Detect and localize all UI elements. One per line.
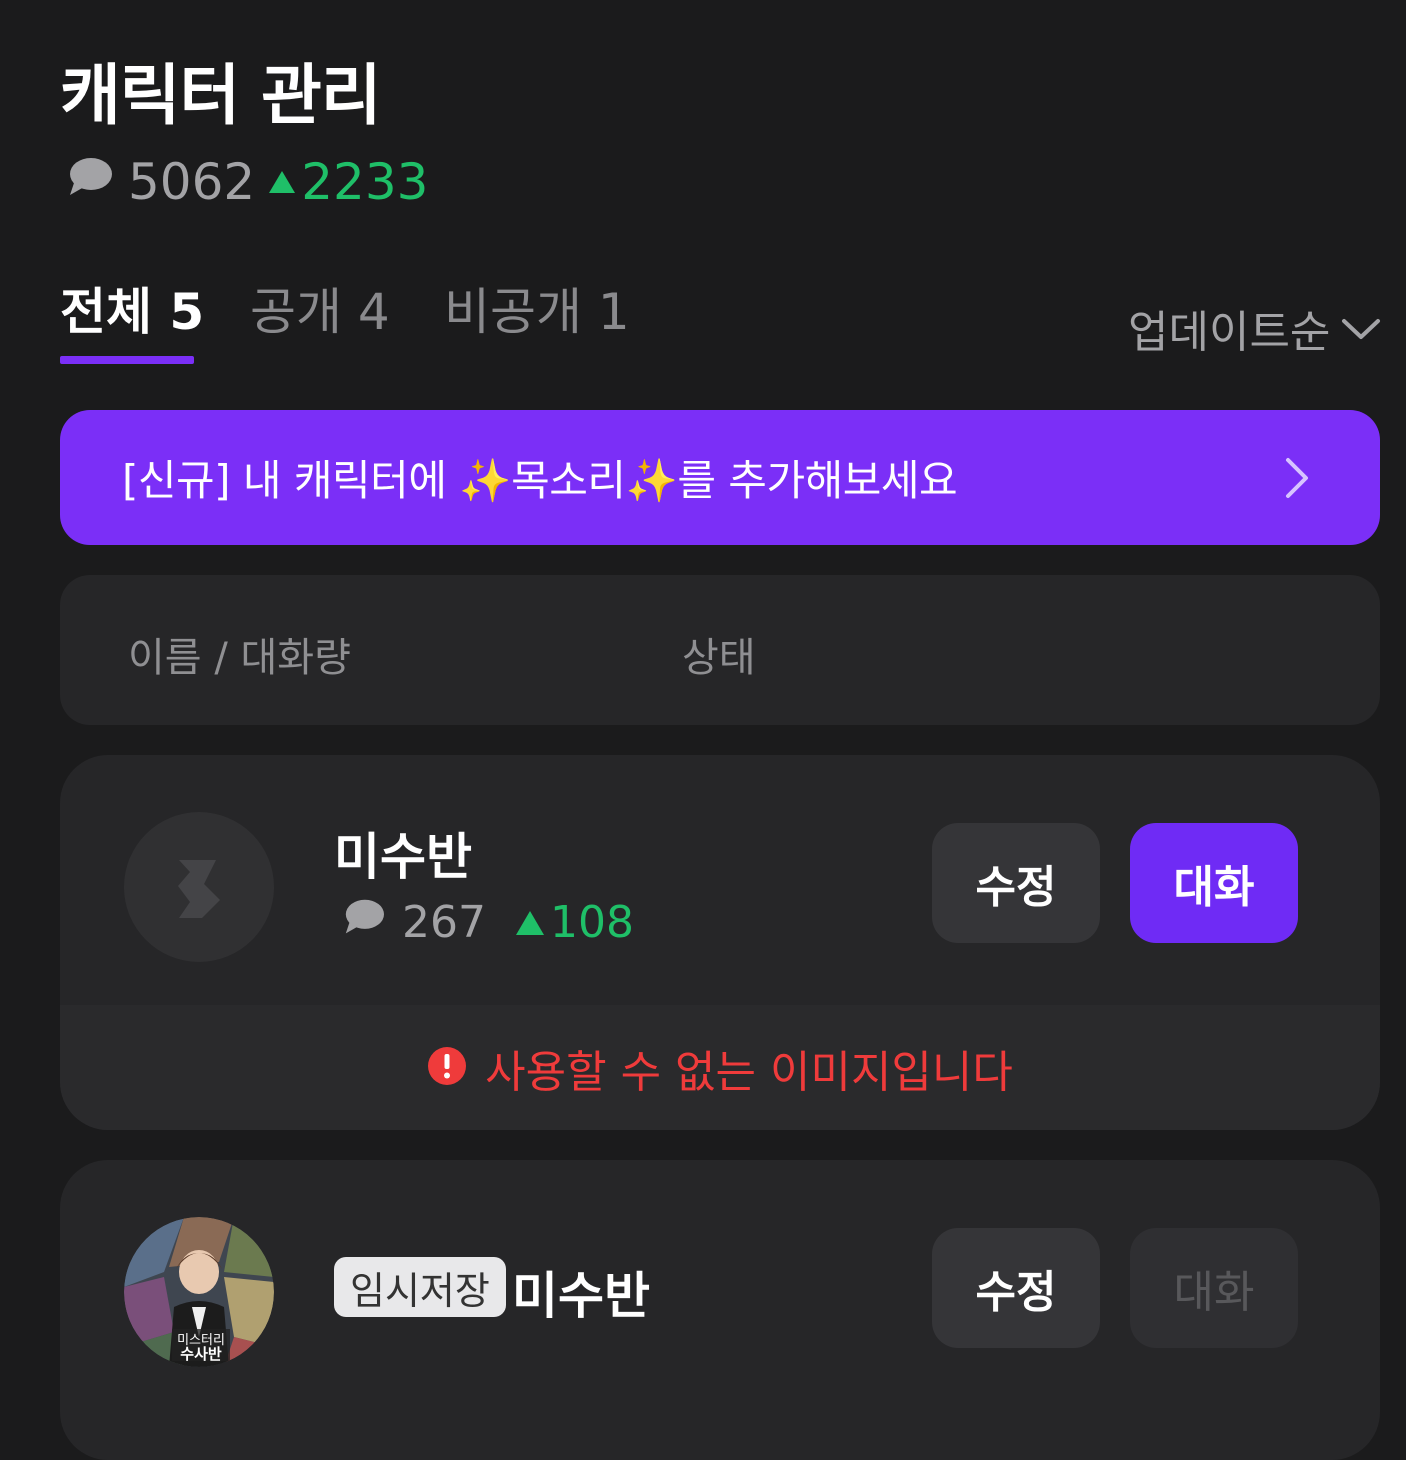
table-header: 이름 / 대화량 상태 [60,575,1380,725]
chat-bubble-icon [342,897,386,948]
column-status: 상태 [682,635,756,681]
triangle-up-icon [269,171,296,193]
total-chat-delta: 2233 [269,153,429,211]
image-error-message: 사용할 수 없는 이미지입니다 [485,1046,1013,1098]
character-chat-delta-value: 108 [549,897,634,948]
voice-promo-banner[interactable]: [신규] 내 캐릭터에 ✨목소리✨를 추가해보세요 [60,410,1380,545]
error-icon [427,1046,467,1090]
chat-bubble-icon [66,153,114,211]
total-chat-count: 5062 [128,153,256,211]
chat-button[interactable]: 대화 [1130,823,1298,943]
character-avatar: 미스터리 수사반 [124,1217,274,1367]
avatar-text-bottom: 수사반 [180,1345,222,1363]
total-stats: 5062 2233 [66,152,429,212]
draft-badge: 임시저장 [334,1257,506,1317]
character-card: 미수반 267 108 수정 대화 사용할 수 없는 이미지입니다 [60,755,1380,1130]
placeholder-avatar [124,812,274,962]
triangle-up-icon [515,910,544,935]
total-chat-delta-value: 2233 [301,153,429,211]
character-name: 미수반 [334,828,472,886]
image-error-bar: 사용할 수 없는 이미지입니다 [60,1005,1380,1130]
character-chat-delta: 108 [515,897,634,948]
chevron-right-icon [1284,456,1310,504]
tab-all[interactable]: 전체 5 [60,282,204,342]
active-tab-underline [60,356,194,364]
tab-public[interactable]: 공개 4 [250,282,390,342]
sort-dropdown[interactable]: 업데이트순 [1128,296,1382,360]
brand-logo-icon [178,860,220,918]
sort-label: 업데이트순 [1128,307,1331,358]
character-name: 미수반 [512,1267,650,1325]
tab-private[interactable]: 비공개 1 [444,282,630,342]
character-card: 미스터리 수사반 임시저장 미수반 수정 대화 [60,1160,1380,1460]
edit-button[interactable]: 수정 [932,1228,1100,1348]
banner-text: [신규] 내 캐릭터에 ✨목소리✨를 추가해보세요 [122,456,958,505]
page-title: 캐릭터 관리 [60,57,382,134]
chat-button-disabled: 대화 [1130,1228,1298,1348]
chevron-down-icon [1330,303,1382,354]
edit-button[interactable]: 수정 [932,823,1100,943]
character-stats: 267 108 [342,897,634,948]
column-name-chat: 이름 / 대화량 [128,635,351,681]
character-chat-count: 267 [402,897,486,948]
